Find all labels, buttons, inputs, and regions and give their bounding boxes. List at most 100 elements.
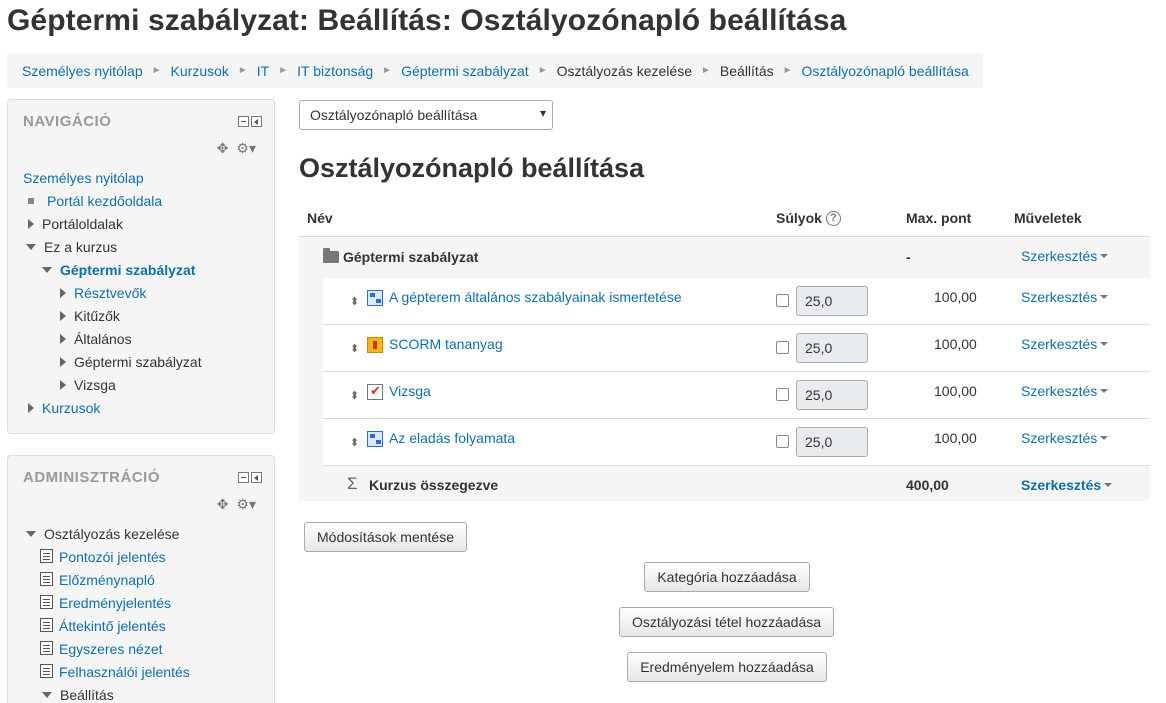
weight-override-checkbox[interactable] <box>776 294 789 307</box>
table-row: ⬍ Vizsga 25,0 100,00 Szerkesztés <box>323 372 1150 419</box>
add-grade-item-button[interactable]: Osztályozási tétel hozzáadása <box>619 607 834 637</box>
table-row: ⬍ SCORM tananyag 25,0 100,00 Szerkesztés <box>323 325 1150 372</box>
breadcrumb-item-course[interactable]: Géptermi szabályzat <box>401 63 529 79</box>
navigation-block: NAVIGÁCIÓ ✥ ⚙▾ Személyes nyitólap Portál… <box>7 99 275 434</box>
course-total-max-grade: 400,00 <box>906 477 949 493</box>
expand-icon <box>60 380 66 391</box>
folder-icon <box>323 248 339 264</box>
block-controls <box>238 472 262 483</box>
item-max-grade: 100,00 <box>934 383 977 399</box>
item-max-grade: 100,00 <box>934 430 977 446</box>
nav-item-this-course[interactable]: Ez a kurzus <box>26 237 117 257</box>
caret-down-icon <box>1100 342 1109 347</box>
weight-override-checkbox[interactable] <box>776 341 789 354</box>
weight-input[interactable]: 25,0 <box>796 380 868 410</box>
add-category-button[interactable]: Kategória hozzáadása <box>644 562 810 592</box>
breadcrumb-item-it[interactable]: IT <box>257 63 269 79</box>
dock-block-icon[interactable] <box>251 116 262 127</box>
item-name-cell[interactable]: Vizsga <box>367 383 431 401</box>
table-row: ⬍ A gépterem általános szabályainak isme… <box>323 278 1150 325</box>
report-icon <box>40 641 53 656</box>
course-total-edit-menu[interactable]: Szerkesztés <box>1021 477 1113 493</box>
item-edit-menu[interactable]: Szerkesztés <box>1021 383 1109 399</box>
weight-input[interactable]: 25,0 <box>796 427 868 457</box>
move-icon[interactable]: ⬍ <box>350 436 359 449</box>
item-edit-menu[interactable]: Szerkesztés <box>1021 289 1109 305</box>
column-header-actions: Műveletek <box>1014 210 1082 226</box>
admin-item-setup[interactable]: Beállítás <box>42 685 114 703</box>
collapse-icon <box>42 267 52 274</box>
move-icon[interactable]: ✥ <box>217 140 229 157</box>
weight-override-checkbox[interactable] <box>776 388 789 401</box>
help-icon[interactable]: ? <box>825 210 841 226</box>
column-header-max-grade: Max. pont <box>906 210 972 226</box>
breadcrumb-item-it-security[interactable]: IT biztonság <box>297 63 373 79</box>
item-edit-menu[interactable]: Szerkesztés <box>1021 430 1109 446</box>
breadcrumb-item-dashboard[interactable]: Személyes nyitólap <box>22 63 143 79</box>
collapse-icon <box>26 531 36 538</box>
block-tools: ✥ ⚙▾ <box>217 140 256 157</box>
expand-icon <box>28 403 34 414</box>
block-controls <box>238 116 262 127</box>
admin-item-user-report[interactable]: Felhasználói jelentés <box>40 662 190 682</box>
scorm-icon <box>367 337 383 354</box>
breadcrumb-item-grade-admin: Osztályozás kezelése <box>556 62 692 79</box>
gradebook-setup-table: Géptermi szabályzat - Szerkesztés ⬍ A gé… <box>299 236 1150 501</box>
admin-item-single-view[interactable]: Egyszeres nézet <box>40 639 163 659</box>
expand-icon <box>28 219 34 230</box>
admin-item-history[interactable]: Előzménynapló <box>40 570 155 590</box>
breadcrumb-item-setup: Beállítás <box>719 62 774 79</box>
admin-item-overview-report[interactable]: Áttekintő jelentés <box>40 616 166 636</box>
item-name-cell[interactable]: Az eladás folyamata <box>367 430 515 448</box>
nav-item-courses[interactable]: Kurzusok <box>28 398 100 418</box>
nav-item-badges[interactable]: Kitűzők <box>60 306 120 326</box>
move-icon[interactable]: ⬍ <box>350 295 359 308</box>
item-name-cell[interactable]: SCORM tananyag <box>367 336 503 354</box>
nav-item-current-course[interactable]: Géptermi szabályzat <box>42 260 195 280</box>
breadcrumb-separator-icon: ► <box>382 65 393 76</box>
collapse-block-icon[interactable] <box>238 472 249 483</box>
save-changes-button[interactable]: Módosítások mentése <box>304 522 467 552</box>
nav-item-participants[interactable]: Résztvevők <box>60 283 146 303</box>
admin-item-grader-report[interactable]: Pontozói jelentés <box>40 547 166 567</box>
caret-down-icon <box>1100 389 1109 394</box>
bullet-icon <box>28 198 34 205</box>
block-tools: ✥ ⚙▾ <box>217 496 256 513</box>
move-icon[interactable]: ✥ <box>217 496 229 513</box>
report-selector-dropdown[interactable]: Osztályozónapló beállítása <box>299 100 553 130</box>
nav-item-site-home[interactable]: Portál kezdőoldala <box>26 191 162 211</box>
admin-item-grade-admin[interactable]: Osztályozás kezelése <box>26 524 179 544</box>
nav-item-exam[interactable]: Vizsga <box>60 375 116 395</box>
caret-down-icon <box>1104 483 1113 488</box>
expand-icon <box>60 311 66 322</box>
nav-item-section[interactable]: Géptermi szabályzat <box>60 352 202 372</box>
breadcrumb: Személyes nyitólap ► Kurzusok ► IT ► IT … <box>7 53 983 88</box>
breadcrumb-separator-icon: ► <box>278 65 289 76</box>
item-edit-menu[interactable]: Szerkesztés <box>1021 336 1109 352</box>
weight-input[interactable]: 25,0 <box>796 286 868 316</box>
caret-down-icon <box>1100 295 1109 300</box>
breadcrumb-item-gradebook-setup[interactable]: Osztályozónapló beállítása <box>802 63 969 79</box>
administration-block: ADMINISZTRÁCIÓ ✥ ⚙▾ Osztályozás kezelése… <box>7 455 275 703</box>
category-edit-menu[interactable]: Szerkesztés <box>1021 248 1109 264</box>
admin-item-outcomes-report[interactable]: Eredményjelentés <box>40 593 171 613</box>
category-name-cell: Géptermi szabályzat <box>323 248 478 265</box>
column-header-name: Név <box>307 210 333 226</box>
move-icon[interactable]: ⬍ <box>350 389 359 402</box>
dock-block-icon[interactable] <box>251 472 262 483</box>
gear-icon[interactable]: ⚙▾ <box>236 496 256 513</box>
weight-override-checkbox[interactable] <box>776 435 789 448</box>
nav-item-dashboard[interactable]: Személyes nyitólap <box>23 168 144 188</box>
nav-item-general[interactable]: Általános <box>60 329 132 349</box>
move-icon[interactable]: ⬍ <box>350 342 359 355</box>
collapse-icon <box>26 244 36 251</box>
breadcrumb-item-courses[interactable]: Kurzusok <box>171 63 229 79</box>
navigation-block-title: NAVIGÁCIÓ <box>23 113 112 130</box>
gear-icon[interactable]: ⚙▾ <box>236 140 256 157</box>
collapse-block-icon[interactable] <box>238 116 249 127</box>
nav-item-site-pages[interactable]: Portáloldalak <box>28 214 123 234</box>
item-name-cell[interactable]: A gépterem általános szabályainak ismert… <box>367 289 682 307</box>
add-outcome-item-button[interactable]: Eredményelem hozzáadása <box>627 652 827 682</box>
weight-input[interactable]: 25,0 <box>796 333 868 363</box>
report-icon <box>40 618 53 633</box>
